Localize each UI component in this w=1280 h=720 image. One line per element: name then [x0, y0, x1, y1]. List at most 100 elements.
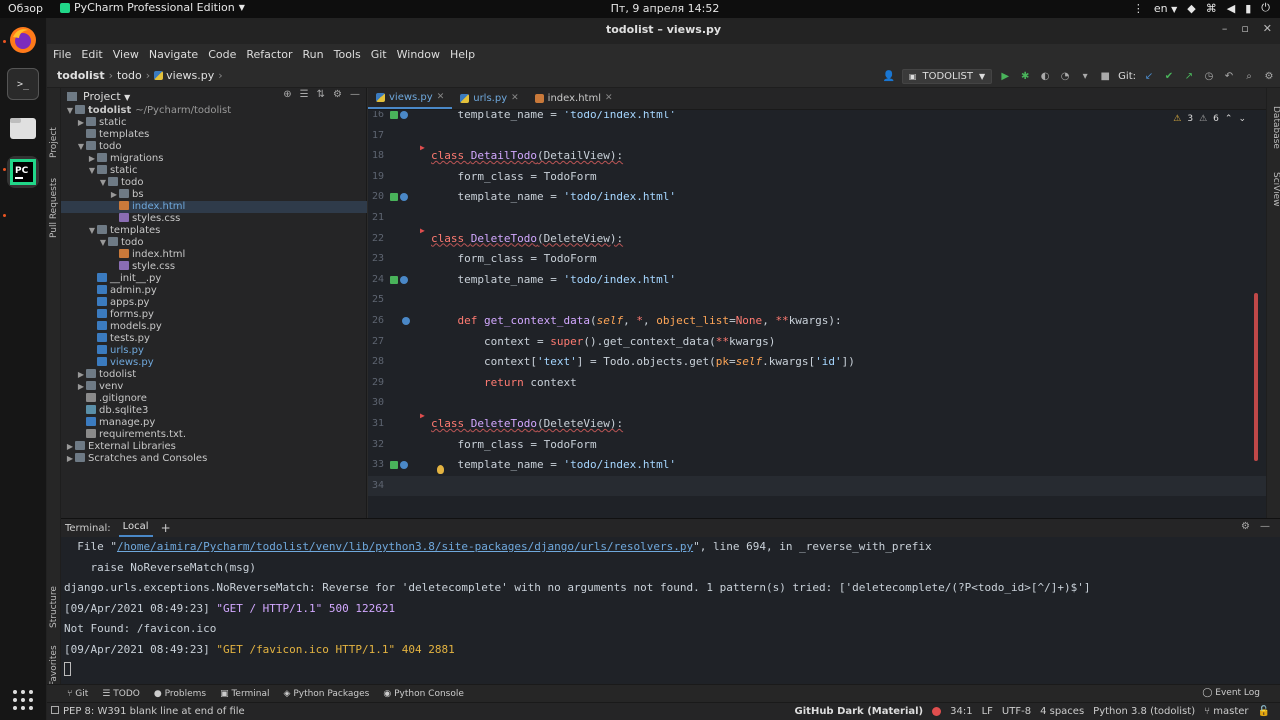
code-line[interactable]: 28 context['text'] = Todo.objects.get(pk… [368, 352, 1266, 373]
breadcrumb-root[interactable]: todolist [57, 69, 105, 82]
title-bar[interactable]: todolist – views.py – ▫ ✕ [47, 18, 1280, 44]
tree-item[interactable]: __init__.py [61, 273, 367, 285]
search-icon[interactable]: ⌕ [1242, 69, 1256, 83]
gear-icon[interactable]: ⚙ [1241, 521, 1250, 532]
tree-item[interactable]: ▼ todo [61, 177, 367, 189]
tree-item[interactable]: ▶ venv [61, 381, 367, 393]
line-number[interactable]: 29 [368, 373, 384, 393]
chevron-down-icon[interactable]: ▼ [87, 165, 97, 177]
file-encoding[interactable]: UTF-8 [1002, 706, 1031, 717]
tree-item[interactable]: ▶ static [61, 117, 367, 129]
tree-item[interactable]: tests.py [61, 333, 367, 345]
terminal-output[interactable]: File "/home/aimira/Pycharm/todolist/venv… [61, 537, 1280, 681]
code-line[interactable]: 30 [368, 393, 1266, 414]
line-number[interactable]: 18 [368, 146, 384, 166]
line-number[interactable]: 28 [368, 352, 384, 372]
clock[interactable]: Пт, 9 апреля 14:52 [600, 2, 730, 15]
tab-urls-py[interactable]: urls.py ✕ [452, 87, 526, 109]
status-message[interactable]: PEP 8: W391 blank line at end of file [51, 706, 245, 717]
menu-view[interactable]: View [113, 48, 139, 61]
tab-local[interactable]: Local [118, 519, 153, 537]
wifi-icon[interactable]: ◆ [1187, 2, 1195, 15]
menu-edit[interactable]: Edit [81, 48, 102, 61]
firefox-icon[interactable] [7, 24, 39, 56]
code-line[interactable]: 22 ▶ class DeleteTodo(DeleteView): [368, 226, 1266, 250]
error-marker-icon[interactable]: ▶ [420, 406, 425, 426]
tree-item[interactable]: ▶ bs [61, 189, 367, 201]
override-icon[interactable] [390, 193, 408, 202]
line-number[interactable]: 31 [368, 414, 384, 434]
menu-git[interactable]: Git [371, 48, 387, 61]
history-icon[interactable]: ◷ [1202, 69, 1216, 83]
stop-icon[interactable]: ■ [1098, 69, 1112, 83]
maximize-icon[interactable]: ▫ [1241, 22, 1248, 35]
chevron-right-icon[interactable]: ▶ [76, 381, 86, 393]
run-icon[interactable]: ▶ [998, 69, 1012, 83]
network-icon[interactable]: ⌘ [1206, 2, 1217, 15]
breadcrumb-file[interactable]: views.py [166, 69, 214, 82]
language-indicator[interactable]: en ▼ [1154, 2, 1177, 15]
pycharm-icon[interactable]: PC [7, 156, 39, 188]
code-line[interactable]: 20 template_name = 'todo/index.html' [368, 187, 1266, 208]
code-line[interactable]: 16 template_name = 'todo/index.html' [368, 111, 1266, 126]
tree-item[interactable]: .gitignore [61, 393, 367, 405]
line-number[interactable]: 34 [368, 476, 384, 496]
implements-icon[interactable] [402, 317, 410, 325]
tool-event-log[interactable]: ◯ Event Log [1202, 688, 1260, 698]
code-line[interactable]: 31 ▶ class DeleteTodo(DeleteView): [368, 411, 1266, 435]
run-configuration-selector[interactable]: ▣ TODOLIST ▼ [901, 68, 993, 84]
theme-indicator[interactable]: GitHub Dark (Material) [795, 706, 924, 717]
settings-icon[interactable]: ⚙ [1262, 69, 1276, 83]
file-link[interactable]: /home/aimira/Pycharm/todolist/venv/lib/p… [117, 540, 693, 553]
code-line[interactable]: 26 def get_context_data(self, *, object_… [368, 311, 1266, 332]
tab-views-py[interactable]: views.py ✕ [368, 87, 453, 109]
tree-item[interactable]: ▼ todo [61, 237, 367, 249]
error-marker-icon[interactable]: ▶ [420, 221, 425, 241]
tree-item[interactable]: styles.css [61, 213, 367, 225]
code-line[interactable]: 24 template_name = 'todo/index.html' [368, 270, 1266, 291]
files-icon[interactable] [7, 112, 39, 144]
code-area[interactable]: 16 template_name = 'todo/index.html' 17 18… [368, 111, 1266, 518]
chevron-down-icon[interactable]: ▼ [98, 177, 108, 189]
chevron-right-icon[interactable]: ▶ [109, 189, 119, 201]
more-icon[interactable]: ⋮ [1133, 2, 1144, 15]
tool-python-console[interactable]: ◉ Python Console [383, 689, 464, 699]
hide-icon[interactable]: — [350, 89, 360, 100]
power-icon[interactable]: ⏻ [1261, 1, 1270, 15]
tree-item[interactable]: ▼ todo [61, 141, 367, 153]
tree-item[interactable]: views.py [61, 357, 367, 369]
code-line[interactable]: 25 [368, 290, 1266, 311]
chevron-right-icon[interactable]: ▶ [76, 117, 86, 129]
menu-window[interactable]: Window [397, 48, 440, 61]
chevron-right-icon[interactable]: ▶ [65, 441, 75, 453]
scrollbar-error-stripe[interactable] [1254, 293, 1258, 461]
line-separator[interactable]: LF [982, 706, 993, 717]
code-line[interactable]: 27 context = super().get_context_data(**… [368, 332, 1266, 353]
tree-item[interactable]: ▼ static [61, 165, 367, 177]
tree-item[interactable]: ▶ Scratches and Consoles [61, 453, 367, 465]
tree-item[interactable]: manage.py [61, 417, 367, 429]
add-tab-icon[interactable]: + [161, 521, 171, 535]
debug-icon[interactable]: ✱ [1018, 69, 1032, 83]
rollback-icon[interactable]: ↶ [1222, 69, 1236, 83]
tree-item[interactable]: admin.py [61, 285, 367, 297]
locate-icon[interactable]: ⊕ [283, 89, 291, 100]
chevron-right-icon[interactable]: ▶ [76, 369, 86, 381]
git-commit-icon[interactable]: ✔ [1162, 69, 1176, 83]
close-tab-icon[interactable]: ✕ [437, 92, 445, 102]
pull-requests-tool-tab[interactable]: Pull Requests [47, 164, 61, 238]
tree-item[interactable]: models.py [61, 321, 367, 333]
tree-item[interactable]: index.html [61, 201, 367, 213]
code-line[interactable]: 23 form_class = TodoForm [368, 249, 1266, 270]
menu-file[interactable]: File [53, 48, 71, 61]
tool-git[interactable]: ⑂ Git [67, 689, 88, 699]
terminal-icon[interactable]: >_ [7, 68, 39, 100]
chevron-down-icon[interactable]: ▼ [65, 105, 75, 117]
tree-item[interactable]: apps.py [61, 297, 367, 309]
hide-icon[interactable]: — [1260, 521, 1270, 532]
line-number[interactable]: 30 [368, 393, 384, 413]
error-indicator-icon[interactable] [932, 707, 942, 716]
code-line[interactable]: 34 [368, 475, 1266, 497]
override-icon[interactable] [390, 461, 408, 470]
menu-help[interactable]: Help [450, 48, 475, 61]
